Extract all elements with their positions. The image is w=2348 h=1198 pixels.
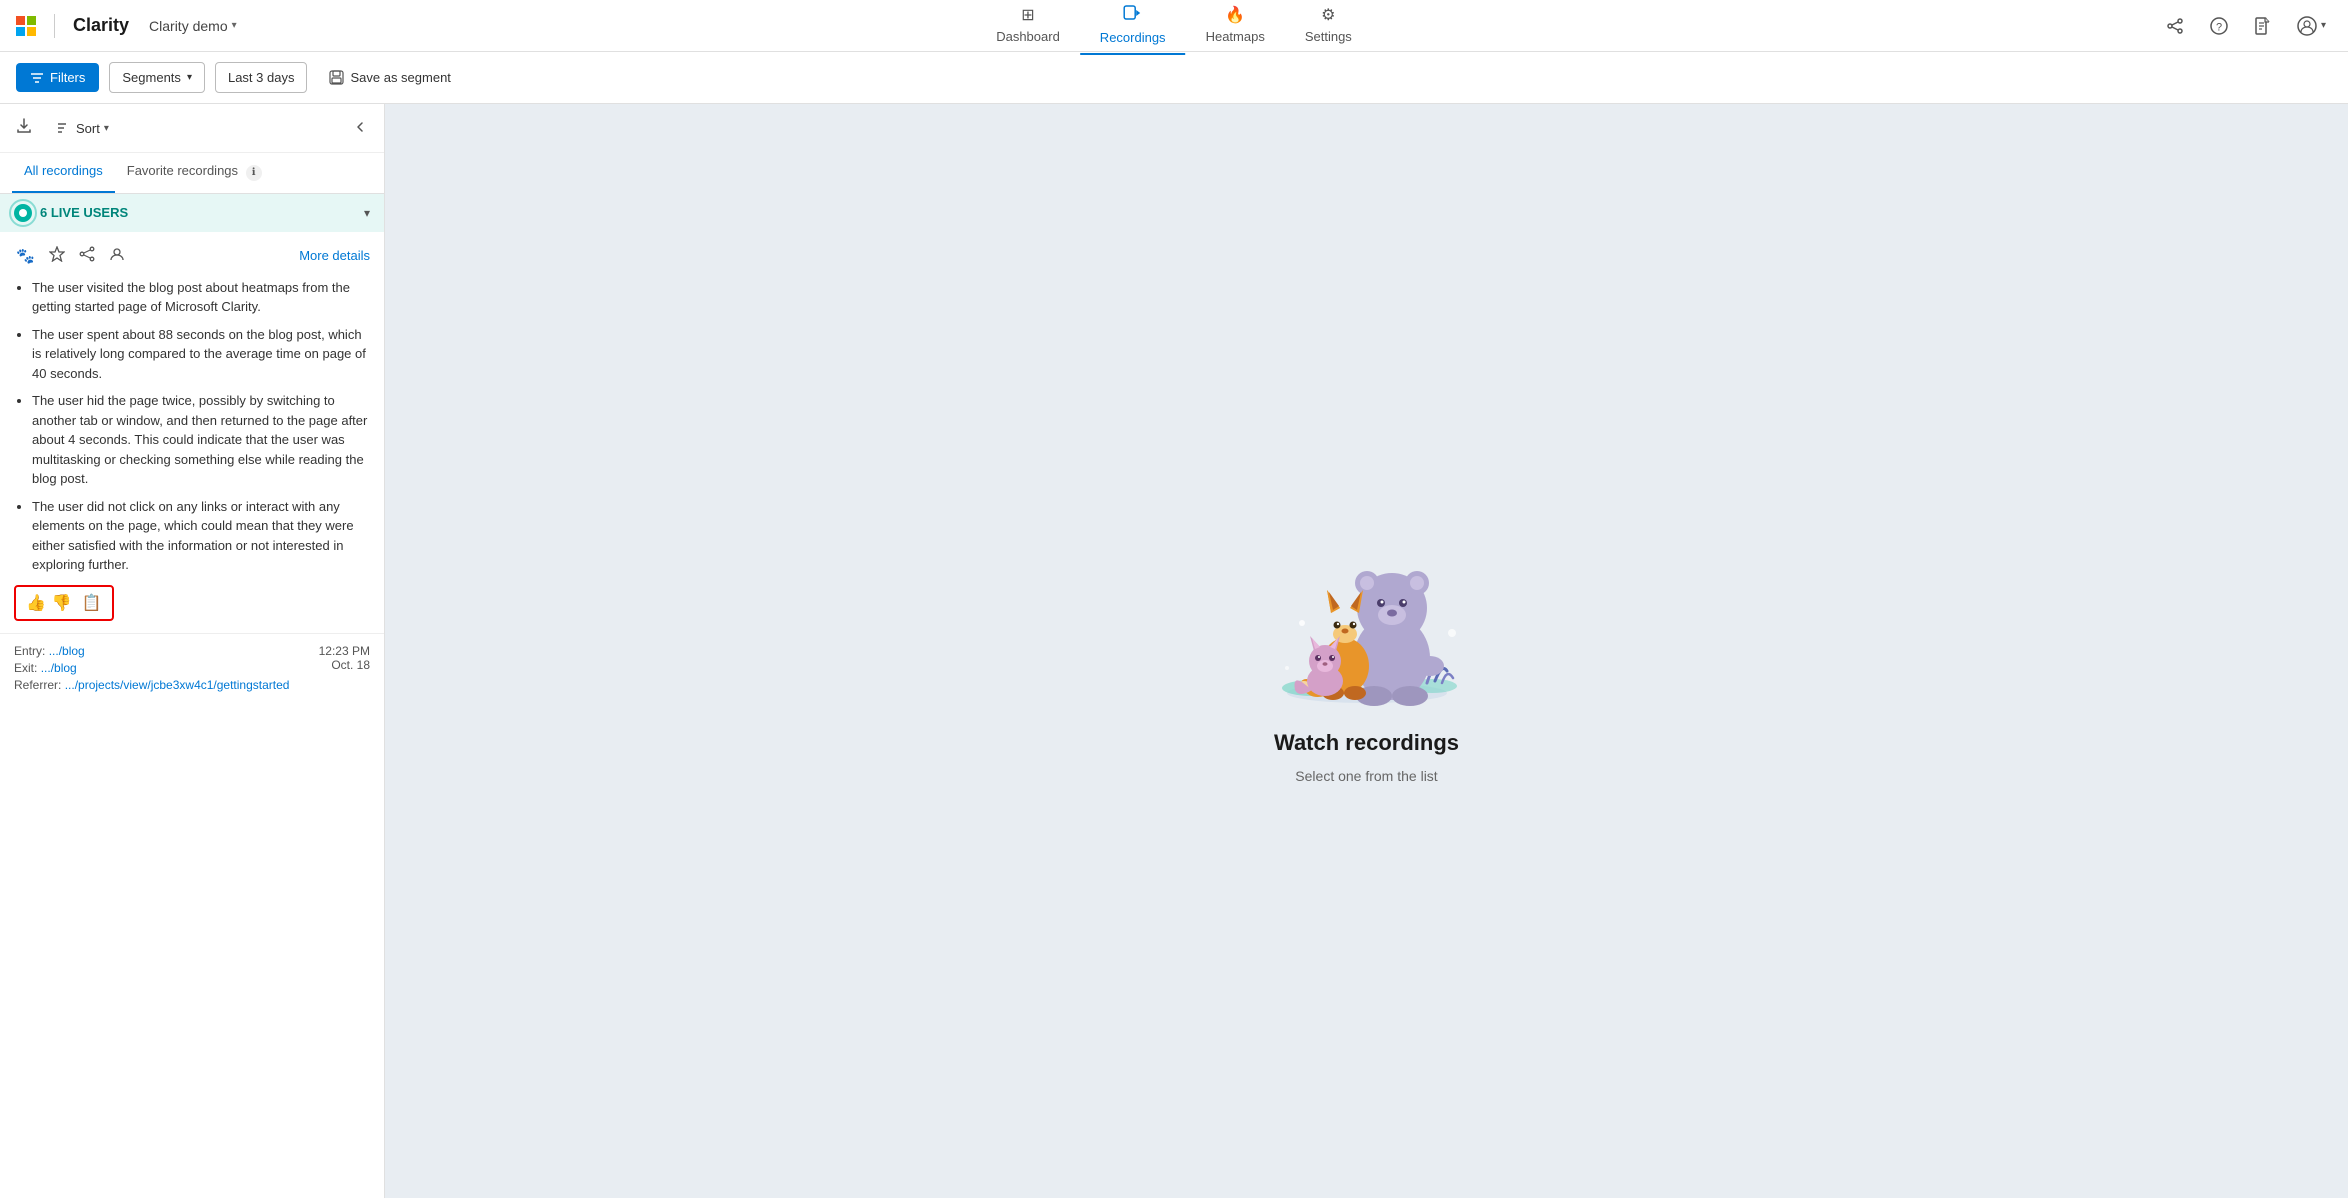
topnav-right-actions: ? ▾ (2159, 10, 2332, 42)
live-indicator (14, 204, 32, 222)
entry-info: Entry: .../blog (14, 644, 289, 658)
referrer-label: Referrer: (14, 678, 61, 692)
user-menu-button[interactable]: ▾ (2291, 10, 2332, 42)
filters-button[interactable]: Filters (16, 63, 99, 92)
tab-all-recordings[interactable]: All recordings (12, 153, 115, 193)
main-navigation: ⊞ Dashboard Recordings 🔥 Heatmaps ⚙ Sett… (976, 0, 1372, 55)
share-button[interactable] (2159, 10, 2191, 42)
thumbs-down-button[interactable]: 👎 (52, 593, 72, 613)
save-segment-button[interactable]: Save as segment (317, 63, 462, 92)
exit-label: Exit: (14, 661, 37, 675)
sort-chevron-icon: ▾ (104, 123, 109, 134)
live-dot-inner (19, 209, 27, 217)
chevron-down-icon: ▾ (232, 20, 237, 31)
bullet-3: The user hid the page twice, possibly by… (32, 391, 370, 489)
card-actions: 🐾 More details (14, 244, 370, 268)
thumbs-up-button[interactable]: 👍 (26, 593, 46, 613)
tab-favorite-recordings[interactable]: Favorite recordings ℹ (115, 153, 274, 193)
save-segment-label: Save as segment (350, 70, 450, 85)
recording-time: 12:23 PM (319, 644, 370, 658)
sort-label: Sort (76, 121, 100, 136)
watch-recordings-subtitle: Select one from the list (1295, 768, 1437, 784)
bullet-4: The user did not click on any links or i… (32, 497, 370, 575)
sidebar-tabs: All recordings Favorite recordings ℹ (0, 153, 384, 194)
sidebar-controls-left: Sort ▾ (12, 114, 117, 142)
ai-summary-icon[interactable]: 🐾 (14, 245, 37, 267)
live-users-bar[interactable]: 6 LIVE USERS ▾ (0, 194, 384, 232)
watch-placeholder: Watch recordings Select one from the lis… (1257, 518, 1477, 784)
entry-path[interactable]: .../blog (49, 644, 85, 658)
sort-button[interactable]: Sort ▾ (48, 116, 117, 140)
recordings-list: 🐾 More details The user visited the blog… (0, 232, 384, 1198)
recordings-icon (1124, 5, 1142, 26)
user-profile-button[interactable] (107, 244, 127, 268)
bullet-1: The user visited the blog post about hea… (32, 278, 370, 317)
recording-card: 🐾 More details The user visited the blog… (0, 232, 384, 634)
top-navigation: Clarity Clarity demo ▾ ⊞ Dashboard Recor… (0, 0, 2348, 52)
card-meta-left: Entry: .../blog Exit: .../blog Referrer:… (14, 644, 289, 692)
help-button[interactable]: ? (2203, 10, 2235, 42)
user-chevron-icon: ▾ (2321, 20, 2326, 31)
brand-area: Clarity (16, 14, 129, 38)
card-meta-right: 12:23 PM Oct. 18 (319, 644, 370, 672)
dashboard-icon: ⊞ (1021, 5, 1034, 25)
card-meta: Entry: .../blog Exit: .../blog Referrer:… (0, 634, 384, 702)
referrer-path[interactable]: .../projects/view/jcbe3xw4c1/gettingstar… (65, 678, 290, 692)
watch-recordings-title: Watch recordings (1274, 730, 1459, 756)
days-filter-button[interactable]: Last 3 days (215, 62, 308, 93)
card-bullet-list: The user visited the blog post about hea… (14, 278, 370, 575)
settings-icon: ⚙ (1321, 5, 1335, 25)
nav-heatmaps[interactable]: 🔥 Heatmaps (1186, 0, 1285, 54)
segments-button[interactable]: Segments ▾ (109, 62, 205, 93)
share-recording-button[interactable] (77, 244, 97, 268)
live-users-left: 6 LIVE USERS (14, 204, 128, 222)
more-details-link[interactable]: More details (299, 248, 370, 263)
favorite-info-badge: ℹ (246, 165, 262, 181)
project-name: Clarity demo (149, 18, 228, 34)
live-users-chevron-icon: ▾ (364, 206, 370, 220)
feedback-box: 👍 👎 📋 (14, 585, 114, 621)
nav-heatmaps-label: Heatmaps (1206, 29, 1265, 44)
clarity-brand: Clarity (73, 15, 129, 36)
days-label: Last 3 days (228, 70, 295, 85)
nav-recordings[interactable]: Recordings (1080, 0, 1186, 55)
recording-date: Oct. 18 (319, 658, 370, 672)
toolbar: Filters Segments ▾ Last 3 days Save as s… (0, 52, 2348, 104)
nav-dashboard-label: Dashboard (996, 29, 1060, 44)
favorite-button[interactable] (47, 244, 67, 268)
referrer-info: Referrer: .../projects/view/jcbe3xw4c1/g… (14, 678, 289, 692)
copy-button[interactable]: 📋 (82, 593, 102, 613)
collapse-button[interactable] (348, 115, 372, 142)
brand-divider (54, 14, 55, 38)
svg-text:?: ? (2216, 21, 2222, 33)
sidebar-controls: Sort ▾ (0, 104, 384, 153)
main-content: Watch recordings Select one from the lis… (385, 104, 2348, 1198)
heatmaps-icon: 🔥 (1225, 5, 1245, 25)
tab-favorite-label: Favorite recordings (127, 163, 238, 178)
download-button[interactable] (12, 114, 36, 142)
nav-settings[interactable]: ⚙ Settings (1285, 0, 1372, 54)
exit-info: Exit: .../blog (14, 661, 289, 675)
tab-all-label: All recordings (24, 163, 103, 178)
segments-chevron-icon: ▾ (187, 72, 192, 83)
project-selector[interactable]: Clarity demo ▾ (141, 14, 245, 38)
sidebar: Sort ▾ All recordings Favorite recording… (0, 104, 385, 1198)
nav-dashboard[interactable]: ⊞ Dashboard (976, 0, 1080, 54)
nav-recordings-label: Recordings (1100, 30, 1166, 45)
filters-label: Filters (50, 70, 85, 85)
live-users-count: 6 LIVE USERS (40, 205, 128, 220)
exit-path[interactable]: .../blog (41, 661, 77, 675)
bullet-2: The user spent about 88 seconds on the b… (32, 325, 370, 384)
nav-settings-label: Settings (1305, 29, 1352, 44)
main-layout: Sort ▾ All recordings Favorite recording… (0, 104, 2348, 1198)
microsoft-logo (16, 16, 36, 36)
entry-label: Entry: (14, 644, 45, 658)
document-button[interactable] (2247, 10, 2279, 42)
animals-illustration (1257, 518, 1477, 718)
segments-label: Segments (122, 70, 181, 85)
